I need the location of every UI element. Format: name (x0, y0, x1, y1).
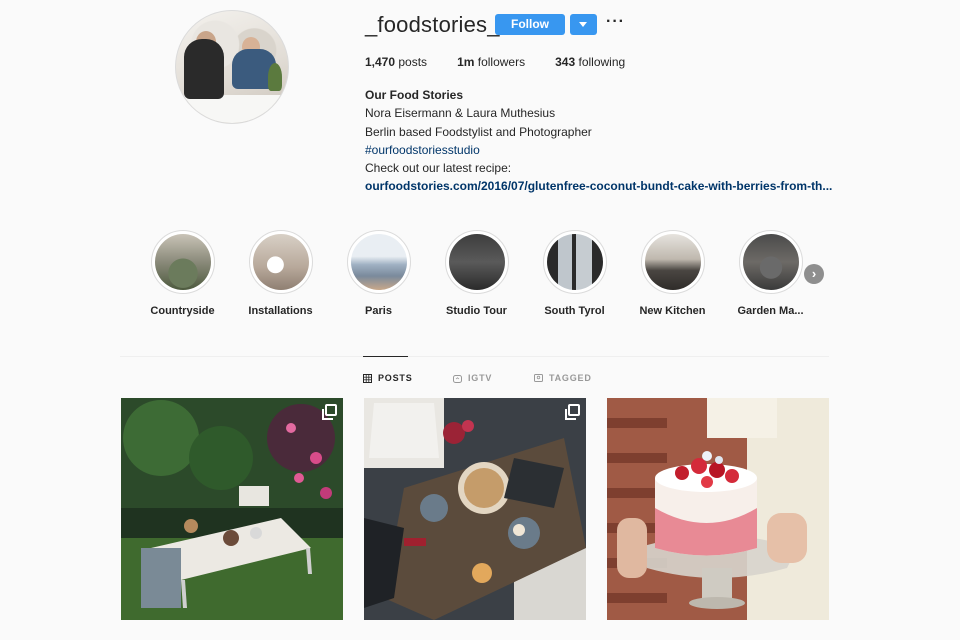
profile-bio: Our Food Stories Nora Eisermann & Laura … (365, 86, 832, 196)
tab-label: TAGGED (549, 373, 592, 383)
followers-stat[interactable]: 1m followers (457, 55, 525, 69)
bio-website-link[interactable]: ourfoodstories.com/2016/07/glutenfree-co… (365, 177, 832, 195)
highlight-item[interactable]: South Tyrol (527, 230, 622, 317)
tab-igtv[interactable]: IGTV (453, 373, 492, 383)
highlight-cover (350, 234, 407, 290)
tab-posts[interactable]: POSTS (363, 373, 413, 383)
posts-stat: 1,470 posts (365, 55, 428, 69)
post-thumbnail[interactable] (121, 398, 343, 620)
highlight-cover (742, 234, 799, 290)
profile-page: _foodstories_ Follow ··· 1,470 posts 1m … (0, 0, 960, 640)
tab-label: POSTS (378, 373, 413, 383)
highlight-label: Studio Tour (446, 305, 507, 317)
highlight-label: Countryside (150, 305, 215, 317)
highlight-item[interactable]: Installations (233, 230, 328, 317)
bio-line: Nora Eisermann & Laura Muthesius (365, 106, 556, 121)
highlight-item[interactable]: Studio Tour (429, 230, 524, 317)
highlight-cover (546, 234, 603, 290)
multiple-photos-icon (322, 404, 337, 420)
more-options-icon[interactable]: ··· (606, 11, 624, 33)
highlight-label: Paris (365, 305, 392, 317)
highlight-label: New Kitchen (639, 305, 706, 317)
highlight-label: Garden Ma... (737, 305, 804, 317)
suggestions-dropdown-button[interactable] (570, 14, 597, 35)
highlight-item[interactable]: Countryside (135, 230, 230, 317)
highlights-next-icon[interactable]: › (804, 264, 824, 284)
tagged-icon (534, 373, 543, 382)
story-highlights: Countryside Installations Paris Studio T… (135, 230, 835, 320)
highlight-label: Installations (248, 305, 313, 317)
highlight-item[interactable]: Paris (331, 230, 426, 317)
highlight-cover (644, 234, 701, 290)
highlight-cover (252, 234, 309, 290)
bio-line: Berlin based Foodstylist and Photographe… (365, 124, 592, 139)
multiple-photos-icon (565, 404, 580, 420)
highlight-item[interactable]: New Kitchen (625, 230, 720, 317)
highlight-cover (448, 234, 505, 290)
bio-hashtag-link[interactable]: #ourfoodstoriesstudio (365, 141, 832, 159)
tabs-divider (120, 356, 829, 357)
igtv-icon (453, 374, 462, 383)
profile-stats: 1,470 posts 1m followers 343 following (365, 55, 655, 69)
highlight-label: South Tyrol (544, 305, 605, 317)
profile-username: _foodstories_ (365, 12, 500, 37)
post-image (607, 398, 829, 620)
highlight-cover (154, 234, 211, 290)
post-image (364, 398, 586, 620)
profile-avatar[interactable] (175, 10, 289, 124)
post-thumbnail[interactable] (607, 398, 829, 620)
post-image (121, 398, 343, 620)
post-thumbnail[interactable] (364, 398, 586, 620)
bio-name: Our Food Stories (365, 88, 464, 102)
bio-line: Check out our latest recipe: (365, 161, 512, 176)
tab-tagged[interactable]: TAGGED (534, 373, 592, 383)
follow-button[interactable]: Follow (495, 14, 565, 35)
following-stat[interactable]: 343 following (555, 55, 625, 69)
grid-icon (363, 373, 372, 383)
tab-label: IGTV (468, 373, 493, 383)
active-tab-indicator (363, 356, 408, 357)
